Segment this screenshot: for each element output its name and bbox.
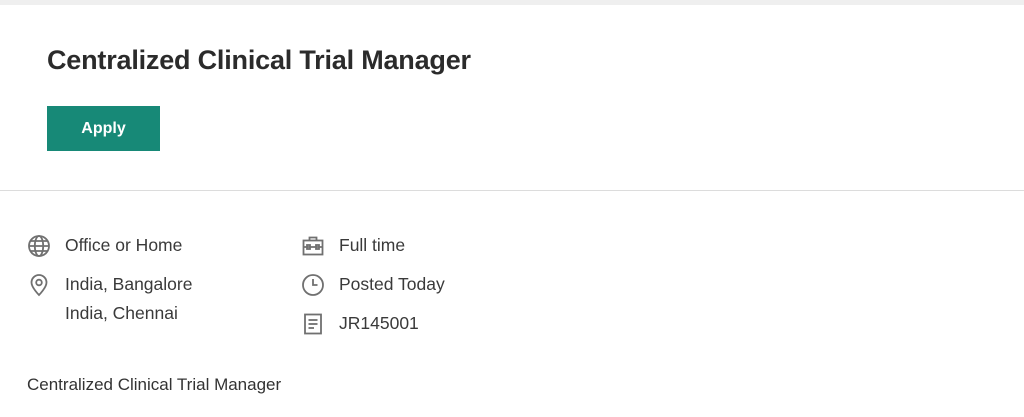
work-mode: Office or Home [27, 231, 182, 260]
job-description: Centralized Clinical Trial Manager [27, 375, 282, 394]
document-icon [301, 309, 327, 338]
posted-date: Posted Today [301, 270, 445, 299]
job-title: Centralized Clinical Trial Manager [47, 45, 471, 75]
requisition-id-text: JR145001 [339, 313, 419, 333]
briefcase-icon [301, 231, 327, 260]
posted-date-text: Posted Today [339, 274, 445, 294]
globe-icon [27, 231, 53, 260]
clock-icon [301, 270, 327, 299]
location-item: India, Chennai [65, 303, 178, 323]
employment-type: Full time [301, 231, 405, 260]
employment-type-text: Full time [339, 235, 406, 255]
apply-button[interactable]: Apply [47, 106, 160, 151]
locations: India, Bangalore India, Chennai [27, 270, 192, 328]
requisition-id: JR145001 [301, 309, 419, 338]
location-pin-icon [27, 270, 53, 299]
job-header: Centralized Clinical Trial Manager Apply [0, 5, 1024, 191]
location-item: India, Bangalore [65, 274, 193, 294]
work-mode-text: Office or Home [65, 235, 183, 255]
